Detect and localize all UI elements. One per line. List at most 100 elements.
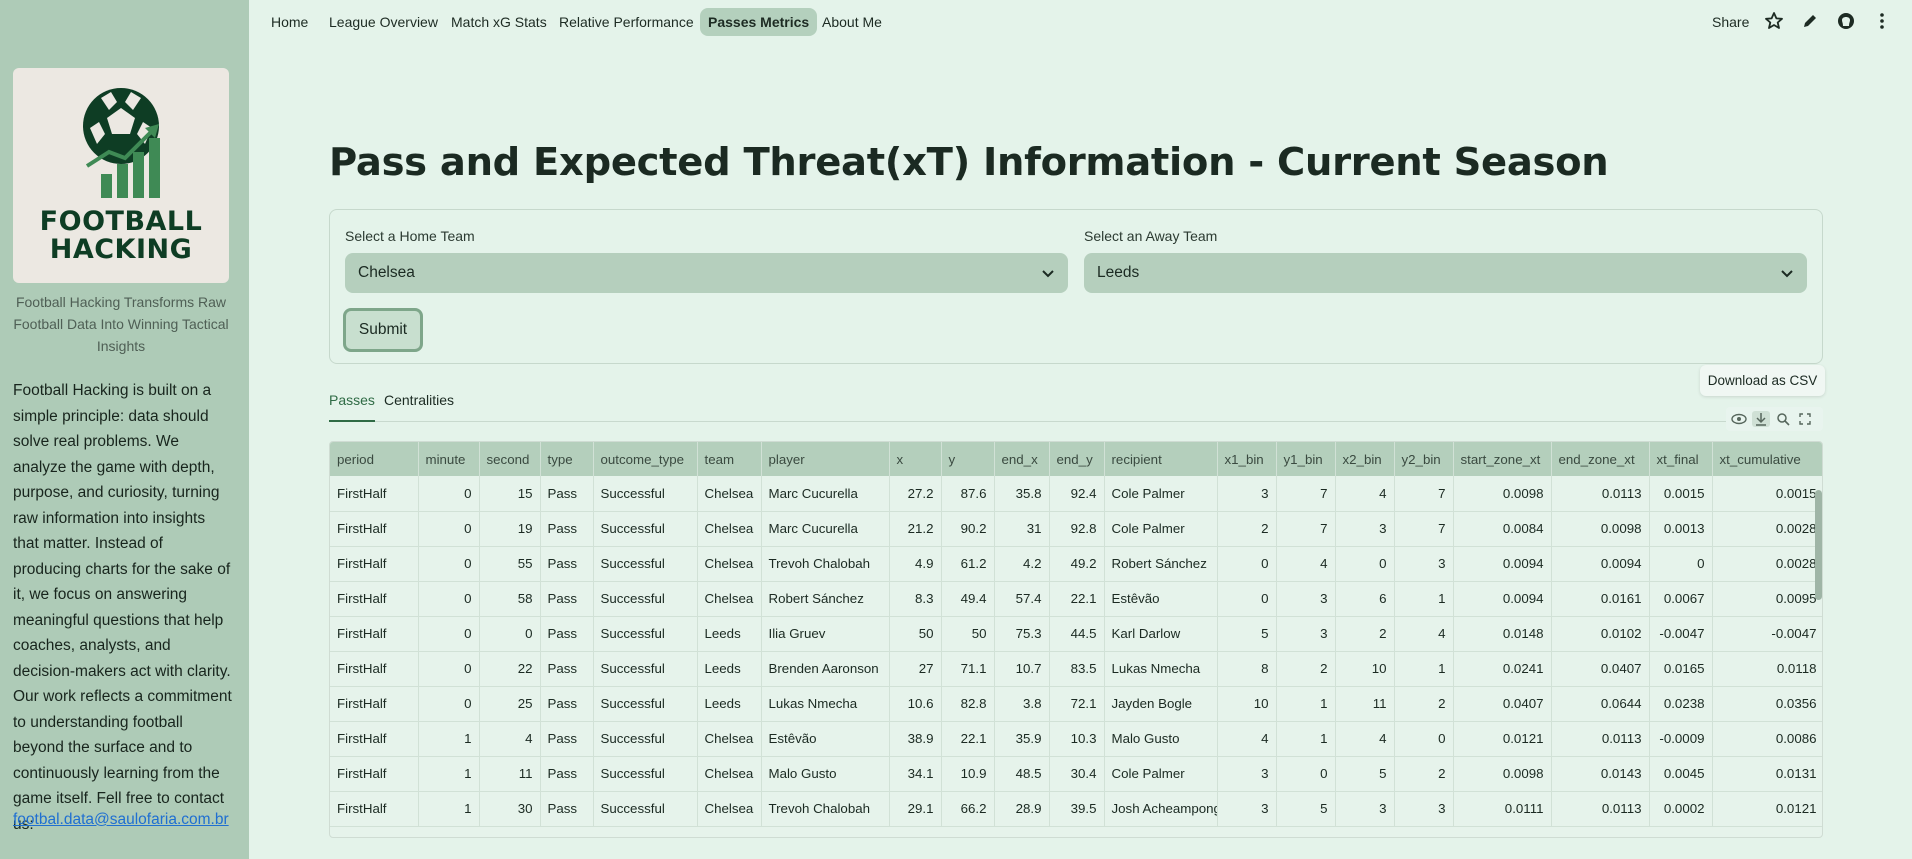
table-cell: Successful (593, 581, 698, 617)
home-team-select[interactable]: Chelsea (345, 253, 1068, 293)
table-cell: 0.0015 (1649, 476, 1713, 512)
star-icon[interactable] (1764, 11, 1784, 31)
table-cell: 4 (1335, 476, 1395, 512)
nav-about-me[interactable]: About Me (814, 8, 890, 36)
submit-button[interactable]: Submit (343, 308, 423, 352)
table-cell: 0 (418, 651, 480, 687)
column-header-end-y[interactable]: end_y (1049, 442, 1105, 476)
table-cell: 0 (418, 616, 480, 652)
column-header-second[interactable]: second (479, 442, 541, 476)
search-icon[interactable] (1774, 411, 1792, 427)
column-header-player[interactable]: player (761, 442, 890, 476)
table-cell: 35.9 (994, 721, 1050, 757)
table-row[interactable]: FirstHalf 0 19 Pass Successful Chelsea Marc Cu… (330, 511, 1822, 547)
table-cell: 92.4 (1049, 476, 1105, 512)
table-cell: 21.2 (889, 511, 942, 547)
table-cell: 0.0148 (1453, 616, 1552, 652)
fullscreen-icon[interactable] (1796, 411, 1814, 427)
logo-text-line2: HACKING (49, 234, 193, 265)
column-header-minute[interactable]: minute (418, 442, 480, 476)
table-row[interactable]: FirstHalf 0 58 Pass Successful Chelsea Robert … (330, 581, 1822, 617)
nav-passes-metrics[interactable]: Passes Metrics (700, 8, 818, 36)
table-cell: Robert Sánchez (761, 581, 890, 617)
logo-text-line1: FOOTBALL (39, 206, 203, 237)
edit-pencil-icon[interactable] (1800, 11, 1820, 31)
table-scrollbar[interactable] (1815, 490, 1822, 600)
table-cell: 83.5 (1049, 651, 1105, 687)
table-cell: 7 (1276, 476, 1336, 512)
column-header-x2-bin[interactable]: x2_bin (1335, 442, 1395, 476)
table-cell: 10.6 (889, 686, 942, 722)
chevron-down-icon (1781, 270, 1793, 278)
table-row[interactable]: FirstHalf 1 30 Pass Successful Chelsea Trevoh … (330, 791, 1822, 827)
table-cell: 50 (889, 616, 942, 652)
table-cell: 19 (479, 511, 541, 547)
github-icon[interactable] (1836, 11, 1856, 31)
table-cell: 28.9 (994, 791, 1050, 827)
table-cell: 3.8 (994, 686, 1050, 722)
table-row[interactable]: FirstHalf 0 15 Pass Successful Chelsea Marc Cu… (330, 476, 1822, 512)
passes-data-table[interactable]: period minute second type outcome_type team pl… (329, 441, 1823, 838)
column-header-y2-bin[interactable]: y2_bin (1394, 442, 1454, 476)
table-row[interactable]: FirstHalf 0 22 Pass Successful Leeds Brenden A… (330, 651, 1822, 687)
column-header-end-zone-xt[interactable]: end_zone_xt (1551, 442, 1650, 476)
tab-centralities[interactable]: Centralities (384, 390, 454, 422)
table-cell: Successful (593, 686, 698, 722)
table-cell: 0.0094 (1453, 546, 1552, 582)
download-icon[interactable] (1752, 411, 1770, 427)
column-header-type[interactable]: type (540, 442, 594, 476)
table-row[interactable]: FirstHalf 0 0 Pass Successful Leeds Ilia Gruev… (330, 616, 1822, 652)
table-row[interactable]: FirstHalf 1 11 Pass Successful Chelsea Malo Gu… (330, 756, 1822, 792)
table-cell: 2 (1335, 616, 1395, 652)
table-cell: -0.0047 (1712, 616, 1822, 652)
contact-email-link[interactable]: footbal.data@saulofaria.com.br (13, 811, 229, 829)
table-cell: Pass (540, 756, 594, 792)
table-cell: 4.2 (994, 546, 1050, 582)
team-select-form: Select a Home Team Chelsea Select an Awa… (329, 209, 1823, 364)
share-button[interactable]: Share (1712, 8, 1749, 36)
table-cell: 49.2 (1049, 546, 1105, 582)
table-cell: 0.0238 (1649, 686, 1713, 722)
table-cell: 0.0143 (1551, 756, 1650, 792)
table-cell: 15 (479, 476, 541, 512)
table-cell: Successful (593, 756, 698, 792)
table-row[interactable]: FirstHalf 0 55 Pass Successful Chelsea Trevoh … (330, 546, 1822, 582)
table-cell: 0.0098 (1453, 756, 1552, 792)
column-header-x1-bin[interactable]: x1_bin (1217, 442, 1277, 476)
nav-match-xg-stats[interactable]: Match xG Stats (443, 8, 555, 36)
column-header-y[interactable]: y (941, 442, 995, 476)
nav-relative-performance[interactable]: Relative Performance (551, 8, 702, 36)
table-cell: 38.9 (889, 721, 942, 757)
table-cell: 25 (479, 686, 541, 722)
table-cell: Brenden Aaronson (761, 651, 890, 687)
more-menu-icon[interactable] (1872, 11, 1892, 31)
table-row[interactable]: FirstHalf 0 25 Pass Successful Leeds Lukas Nme… (330, 686, 1822, 722)
column-header-team[interactable]: team (697, 442, 762, 476)
table-row[interactable]: FirstHalf 1 4 Pass Successful Chelsea Estêvão 3… (330, 721, 1822, 757)
column-header-end-x[interactable]: end_x (994, 442, 1050, 476)
column-header-xt-final[interactable]: xt_final (1649, 442, 1713, 476)
table-cell: Successful (593, 546, 698, 582)
column-header-recipient[interactable]: recipient (1104, 442, 1218, 476)
table-cell: 2 (1217, 511, 1277, 547)
table-cell: Chelsea (697, 756, 762, 792)
tab-passes[interactable]: Passes (329, 390, 375, 422)
nav-league-overview[interactable]: League Overview (321, 8, 446, 36)
table-cell: 10 (1217, 686, 1277, 722)
table-cell: Pass (540, 511, 594, 547)
table-cell: Cole Palmer (1104, 756, 1218, 792)
table-cell: 3 (1276, 616, 1336, 652)
eye-icon[interactable] (1730, 411, 1748, 427)
column-header-xt-cumulative[interactable]: xt_cumulative (1712, 442, 1822, 476)
column-header-period[interactable]: period (330, 442, 419, 476)
table-toolbar (1726, 407, 1823, 431)
table-cell: 0 (479, 616, 541, 652)
column-header-x[interactable]: x (889, 442, 942, 476)
table-cell: Successful (593, 511, 698, 547)
nav-home[interactable]: Home (263, 8, 316, 36)
away-team-select[interactable]: Leeds (1084, 253, 1807, 293)
column-header-y1-bin[interactable]: y1_bin (1276, 442, 1336, 476)
table-cell: 27 (889, 651, 942, 687)
column-header-outcome-type[interactable]: outcome_type (593, 442, 698, 476)
column-header-start-zone-xt[interactable]: start_zone_xt (1453, 442, 1552, 476)
